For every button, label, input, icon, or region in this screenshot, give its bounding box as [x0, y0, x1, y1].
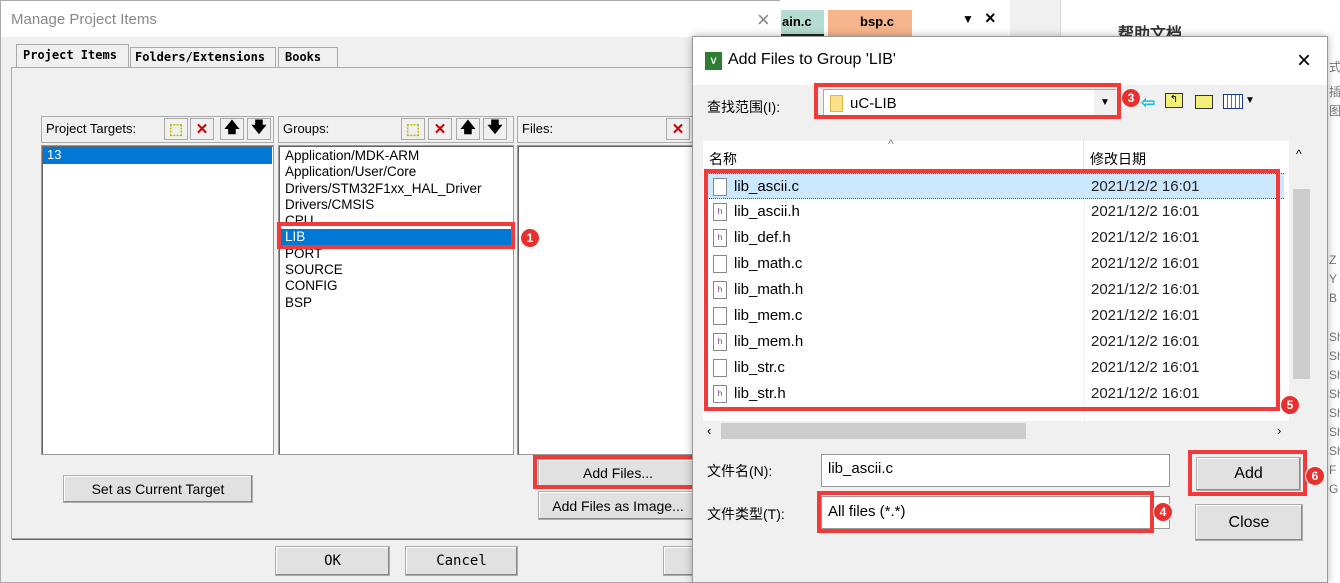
- tab-books[interactable]: Books: [278, 47, 338, 67]
- new-target-icon[interactable]: ⬚: [164, 118, 188, 140]
- delete-group-icon[interactable]: ✕: [428, 118, 452, 140]
- help-side-letters: 式插图 ZYB ShShShShShShShFG: [1329, 60, 1340, 496]
- close-icon[interactable]: ×: [757, 7, 770, 33]
- list-item[interactable]: SOURCE: [279, 262, 513, 278]
- annotation-box-1: [277, 222, 515, 249]
- up-folder-icon[interactable]: ↰: [1165, 93, 1183, 108]
- tab-close-icon[interactable]: ×: [985, 8, 996, 29]
- scroll-thumb[interactable]: [721, 423, 1026, 439]
- close-button[interactable]: Close: [1195, 504, 1303, 541]
- add-files-as-image-button[interactable]: Add Files as Image...: [538, 491, 698, 520]
- annotation-box-5: [704, 169, 1280, 411]
- annotation-box-6: [1188, 450, 1307, 496]
- horizontal-scrollbar[interactable]: ‹ ›: [703, 421, 1289, 441]
- set-current-target-button[interactable]: Set as Current Target: [63, 475, 253, 503]
- move-up-icon[interactable]: 🡅: [220, 118, 244, 140]
- editor-tab-main[interactable]: ain.c: [780, 10, 824, 36]
- move-down-icon[interactable]: 🡇: [483, 118, 507, 140]
- keil-app-icon: V: [705, 52, 722, 70]
- scroll-left-icon[interactable]: ‹: [707, 423, 711, 438]
- close-icon[interactable]: ×: [1297, 47, 1311, 75]
- annotation-badge-5: 5: [1280, 395, 1300, 415]
- annotation-box-3: [814, 83, 1121, 119]
- list-item[interactable]: Drivers/STM32F1xx_HAL_Driver: [279, 181, 513, 197]
- annotation-badge-1: 1: [520, 228, 540, 248]
- tab-folders-extensions[interactable]: Folders/Extensions: [130, 47, 276, 67]
- manage-title-bar: Manage Project Items ×: [1, 1, 781, 37]
- chevron-down-icon[interactable]: ▼: [1245, 95, 1255, 106]
- filetype-label: 文件类型(T):: [707, 506, 785, 522]
- files-list[interactable]: [517, 145, 717, 455]
- back-icon[interactable]: ⇦: [1141, 93, 1155, 113]
- delete-file-icon[interactable]: ✕: [666, 118, 690, 140]
- scroll-thumb[interactable]: [1293, 189, 1310, 379]
- groups-list[interactable]: Application/MDK-ARM Application/User/Cor…: [278, 145, 514, 455]
- new-group-icon[interactable]: ⬚: [401, 118, 425, 140]
- targets-list[interactable]: 13: [41, 145, 274, 455]
- editor-tabstrip: ain.c bsp.c ▼ ×: [780, 0, 1010, 38]
- add-dialog-title: Add Files to Group 'LIB': [728, 51, 896, 68]
- list-item[interactable]: 13: [43, 147, 272, 164]
- list-item[interactable]: Application/MDK-ARM: [279, 148, 513, 164]
- editor-tab-bsp[interactable]: bsp.c: [828, 10, 912, 36]
- manage-title: Manage Project Items: [11, 11, 157, 28]
- scroll-up-icon[interactable]: ^: [1296, 147, 1302, 161]
- move-up-icon[interactable]: 🡅: [456, 118, 480, 140]
- view-menu-icon[interactable]: [1223, 94, 1243, 109]
- annotation-badge-3: 3: [1121, 88, 1141, 108]
- list-item[interactable]: Application/User/Core: [279, 164, 513, 180]
- delete-target-icon[interactable]: ✕: [190, 118, 214, 140]
- annotation-badge-4: 4: [1153, 502, 1173, 522]
- annotation-box-4: [817, 491, 1154, 533]
- list-item[interactable]: CONFIG: [279, 278, 513, 294]
- column-header-date[interactable]: 修改日期: [1084, 141, 1289, 171]
- cancel-button[interactable]: Cancel: [405, 546, 518, 576]
- manage-project-items-dialog: Manage Project Items × Project Items Fol…: [0, 0, 791, 583]
- scroll-right-icon[interactable]: ›: [1277, 423, 1281, 438]
- tab-project-items[interactable]: Project Items: [16, 44, 129, 68]
- filename-label: 文件名(N):: [707, 463, 773, 479]
- sort-asc-icon: ^: [888, 137, 894, 151]
- tab-menu-icon[interactable]: ▼: [962, 12, 974, 26]
- add-title-bar: V Add Files to Group 'LIB' ×: [693, 37, 1327, 85]
- list-item[interactable]: BSP: [279, 295, 513, 311]
- move-down-icon[interactable]: 🡇: [247, 118, 271, 140]
- filename-input[interactable]: lib_ascii.c: [821, 454, 1170, 487]
- annotation-badge-6: 6: [1305, 466, 1325, 486]
- list-item[interactable]: Drivers/CMSIS: [279, 197, 513, 213]
- ok-button[interactable]: OK: [275, 546, 390, 576]
- look-in-label: 查找范围(I):: [707, 99, 781, 115]
- annotation-box-2: [533, 455, 698, 489]
- new-folder-icon[interactable]: [1195, 95, 1213, 109]
